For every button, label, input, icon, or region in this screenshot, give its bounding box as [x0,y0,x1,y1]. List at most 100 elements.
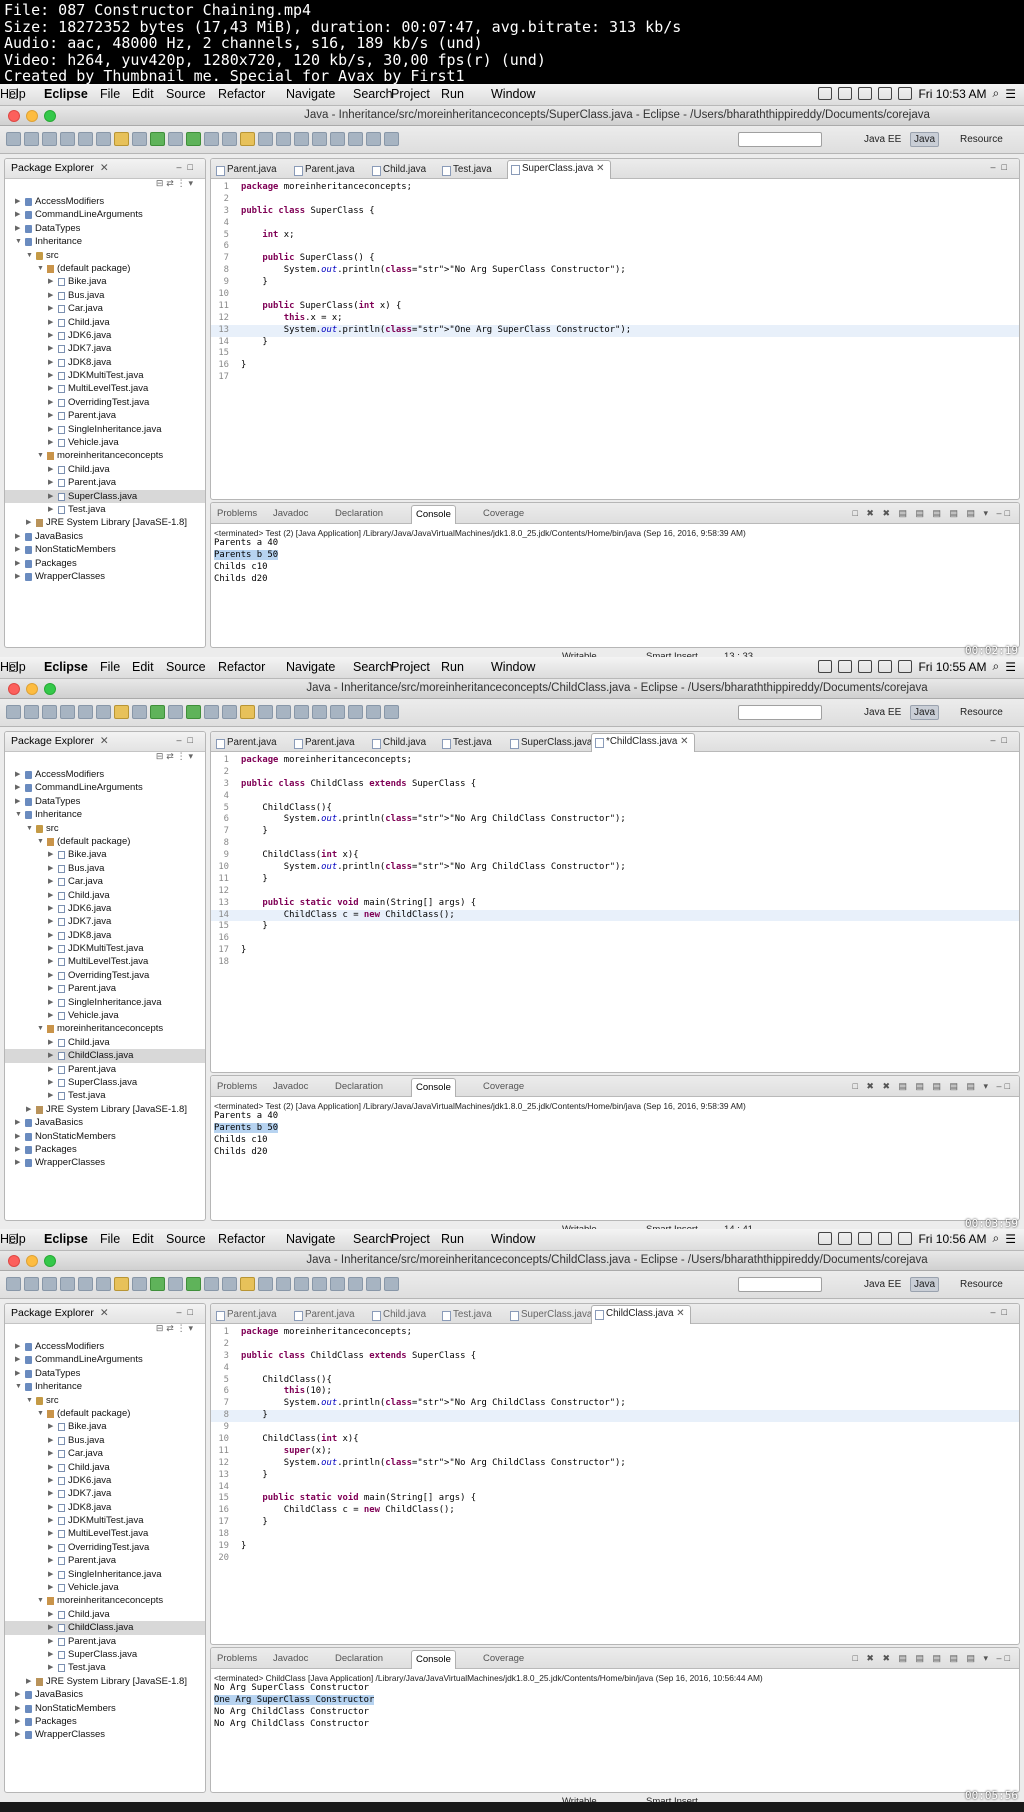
tree-item[interactable]: ▶ Vehicle.java [5,1009,205,1022]
tree-item[interactable]: ▶ Packages [5,1715,205,1728]
tree-item[interactable]: ▶ JavaBasics [5,1116,205,1129]
clock[interactable]: Fri 10:53 AM [918,87,986,101]
expand-arrow-icon[interactable]: ▼ [15,1380,22,1393]
tree-item[interactable]: ▼ src [5,822,205,835]
close-view-icon[interactable]: ✕ [100,162,109,174]
tree-item[interactable]: ▶ DataTypes [5,222,205,235]
tree-item[interactable]: ▶ SuperClass.java [5,1076,205,1089]
close-view-icon[interactable]: ✕ [100,735,109,747]
expand-arrow-icon[interactable]: ▶ [48,1036,53,1049]
wifi-icon[interactable] [878,660,893,673]
wand-icon[interactable] [114,705,129,719]
tree-item[interactable]: ▶ SuperClass.java [5,1648,205,1661]
menu-refactor[interactable]: Refactor [218,87,265,101]
editor-tab[interactable]: Parent.java [213,1307,283,1323]
menu-refactor[interactable]: Refactor [218,660,265,674]
tree-item[interactable]: ▶ Vehicle.java [5,1581,205,1594]
tree-item[interactable]: ▶ JDK6.java [5,902,205,915]
tree-item[interactable]: ▼ src [5,249,205,262]
quick-access-input[interactable] [738,1277,822,1292]
perspective-resource[interactable]: Resource [956,132,1007,147]
tree-item[interactable]: ▶ NonStaticMembers [5,543,205,556]
editor-tab[interactable]: Parent.java [291,162,361,178]
tree-item[interactable]: ▶ Child.java [5,889,205,902]
close-tab-icon[interactable]: ✕ [677,736,688,747]
coverage-icon[interactable] [168,1277,183,1291]
expand-arrow-icon[interactable]: ▶ [15,781,20,794]
menu-project[interactable]: Project [391,660,430,674]
expand-arrow-icon[interactable]: ▶ [26,1675,31,1688]
console-tab-coverage[interactable]: Coverage [483,1081,524,1092]
expand-arrow-icon[interactable]: ▶ [48,342,53,355]
menu-help[interactable]: Help [0,1232,26,1246]
editor-tab[interactable]: SuperClass.java [507,735,598,751]
expand-arrow-icon[interactable]: ▶ [48,302,53,315]
tree-item[interactable]: ▶ WrapperClasses [5,1156,205,1169]
editor-tab[interactable]: *ChildClass.java ✕ [591,733,696,752]
build-icon[interactable] [132,132,147,146]
expand-arrow-icon[interactable]: ▶ [26,1103,31,1116]
expand-arrow-icon[interactable]: ▶ [15,543,20,556]
expand-arrow-icon[interactable]: ▶ [15,1116,20,1129]
expand-arrow-icon[interactable]: ▶ [15,1143,20,1156]
tree-item[interactable]: ▶ Bike.java [5,848,205,861]
tree-item[interactable]: ▶ Parent.java [5,409,205,422]
annotation-icon[interactable] [276,132,291,146]
menu-file[interactable]: File [100,1232,120,1246]
editor-tab[interactable]: Child.java [369,162,432,178]
expand-arrow-icon[interactable]: ▶ [48,1009,53,1022]
tree-item[interactable]: ▼ (default package) [5,262,205,275]
tree-item[interactable]: ▶ Child.java [5,1608,205,1621]
minimize-maximize-icons[interactable]: –□ [177,1307,199,1317]
more-icon[interactable] [384,1277,399,1291]
spotlight-search-icon[interactable]: ⌕ [993,86,1000,101]
expand-arrow-icon[interactable]: ▶ [26,516,31,529]
notification-list-icon[interactable]: ☰ [1005,1232,1016,1246]
external-tools-icon[interactable] [204,132,219,146]
tree-item[interactable]: ▶ JRE System Library [JavaSE-1.8] [5,1103,205,1116]
expand-arrow-icon[interactable]: ▶ [48,1514,53,1527]
next-icon[interactable] [294,1277,309,1291]
console-tab-console[interactable]: Console [411,1078,456,1097]
tree-item[interactable]: ▶ Parent.java [5,1063,205,1076]
menu-source[interactable]: Source [166,1232,206,1246]
wifi-icon[interactable] [878,87,893,100]
minimize-maximize-icons[interactable]: –□ [177,162,199,172]
menu-refactor[interactable]: Refactor [218,1232,265,1246]
console-tab-coverage[interactable]: Coverage [483,508,524,519]
view-toolbar-icons[interactable]: ⊟ ⇄ ⋮ ▾ [5,179,205,195]
quick-access-input[interactable] [738,705,822,720]
skip-icon[interactable] [96,705,111,719]
expand-arrow-icon[interactable]: ▶ [48,1648,53,1661]
tree-item[interactable]: ▶ Bike.java [5,275,205,288]
menu-help[interactable]: Help [0,87,26,101]
expand-arrow-icon[interactable]: ▶ [48,1076,53,1089]
save-icon[interactable] [24,1277,39,1291]
perspective-java-ee[interactable]: Java EE [860,705,905,720]
expand-arrow-icon[interactable]: ▶ [48,955,53,968]
expand-arrow-icon[interactable]: ▶ [15,1702,20,1715]
tree-item[interactable]: ▶ Bus.java [5,862,205,875]
tree-item[interactable]: ▶ JDK6.java [5,1474,205,1487]
expand-arrow-icon[interactable]: ▶ [48,490,53,503]
bluetooth-icon[interactable] [858,1232,873,1245]
tree-item[interactable]: ▶ Parent.java [5,1635,205,1648]
open-type-icon[interactable] [222,132,237,146]
expand-arrow-icon[interactable]: ▶ [48,1447,53,1460]
expand-arrow-icon[interactable]: ▶ [48,1420,53,1433]
more-icon[interactable] [384,132,399,146]
close-tab-icon[interactable]: ✕ [674,1308,684,1319]
search-icon[interactable] [258,132,273,146]
tree-item[interactable]: ▶ JDK7.java [5,915,205,928]
tree-item[interactable]: ▶ Child.java [5,1461,205,1474]
clock[interactable]: Fri 10:56 AM [918,1232,986,1246]
console-toolbar-icons[interactable]: □ ✖ ✖ ▤ ▤ ▤ ▤ ▤ ▾ –□ [853,508,1014,519]
tree-item[interactable]: ▶ Bus.java [5,289,205,302]
expand-arrow-icon[interactable]: ▶ [48,942,53,955]
console-tab-declaration[interactable]: Declaration [335,1081,383,1092]
screen-icon[interactable] [838,87,853,100]
close-tab-icon[interactable]: ✕ [593,163,604,174]
expand-arrow-icon[interactable]: ▶ [48,902,53,915]
minimize-maximize-icons[interactable]: –□ [991,1307,1013,1317]
minimize-maximize-icons[interactable]: –□ [991,735,1013,745]
